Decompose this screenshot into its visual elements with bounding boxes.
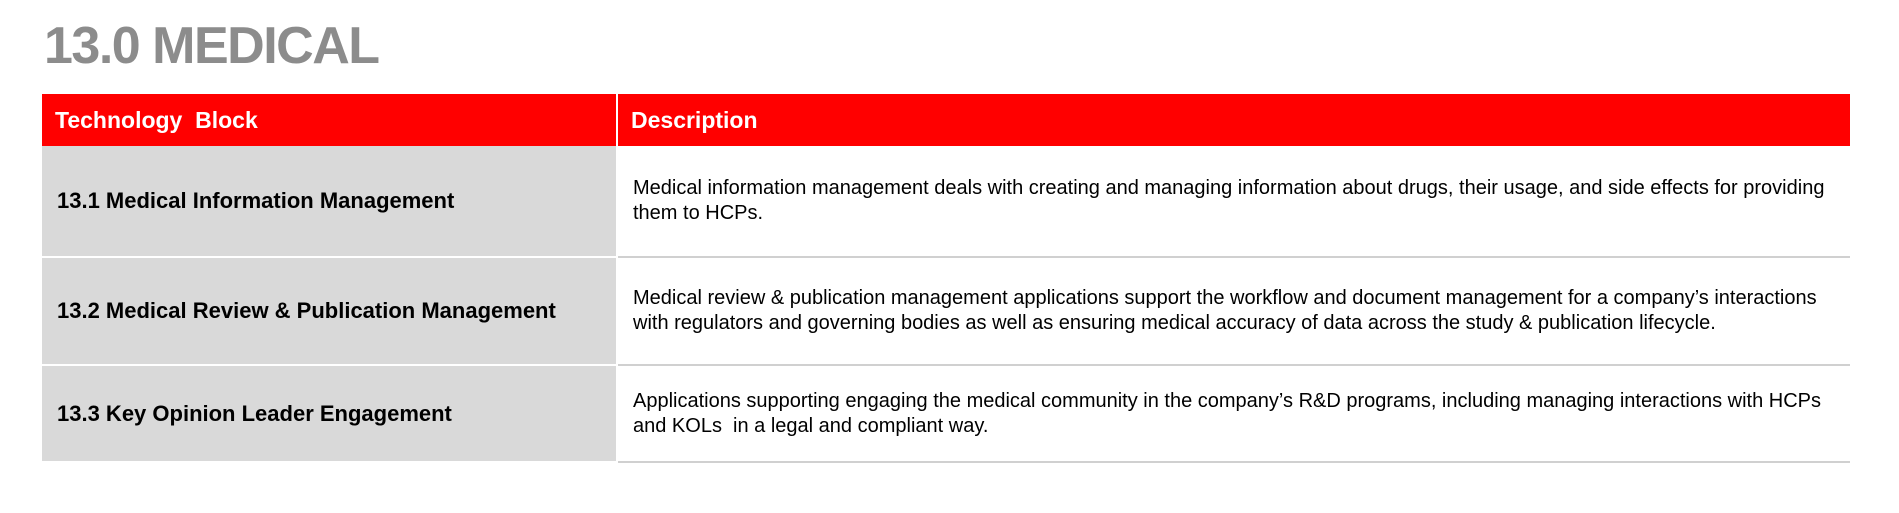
table-row: 13.1 Medical Information Management Medi… [42, 146, 1850, 258]
technology-block-cell: 13.1 Medical Information Management [42, 146, 618, 258]
header-description: Description [617, 94, 1850, 146]
table-row: 13.3 Key Opinion Leader Engagement Appli… [42, 365, 1850, 463]
description-cell: Medical information management deals wit… [616, 146, 1850, 258]
page-title: 13.0 MEDICAL [44, 17, 380, 75]
header-technology-block: Technology Block [42, 94, 618, 146]
table-row: 13.2 Medical Review & Publication Manage… [42, 257, 1850, 366]
technology-block-cell: 13.3 Key Opinion Leader Engagement [42, 365, 618, 463]
technology-block-cell: 13.2 Medical Review & Publication Manage… [42, 257, 618, 366]
page: 13.0 MEDICAL Technology Block Descriptio… [0, 0, 1899, 513]
description-cell: Medical review & publication management … [616, 257, 1850, 366]
description-cell: Applications supporting engaging the med… [616, 365, 1850, 463]
technology-block-table: Technology Block Description 13.1 Medica… [42, 94, 1850, 463]
table-header-row: Technology Block Description [42, 94, 1850, 146]
